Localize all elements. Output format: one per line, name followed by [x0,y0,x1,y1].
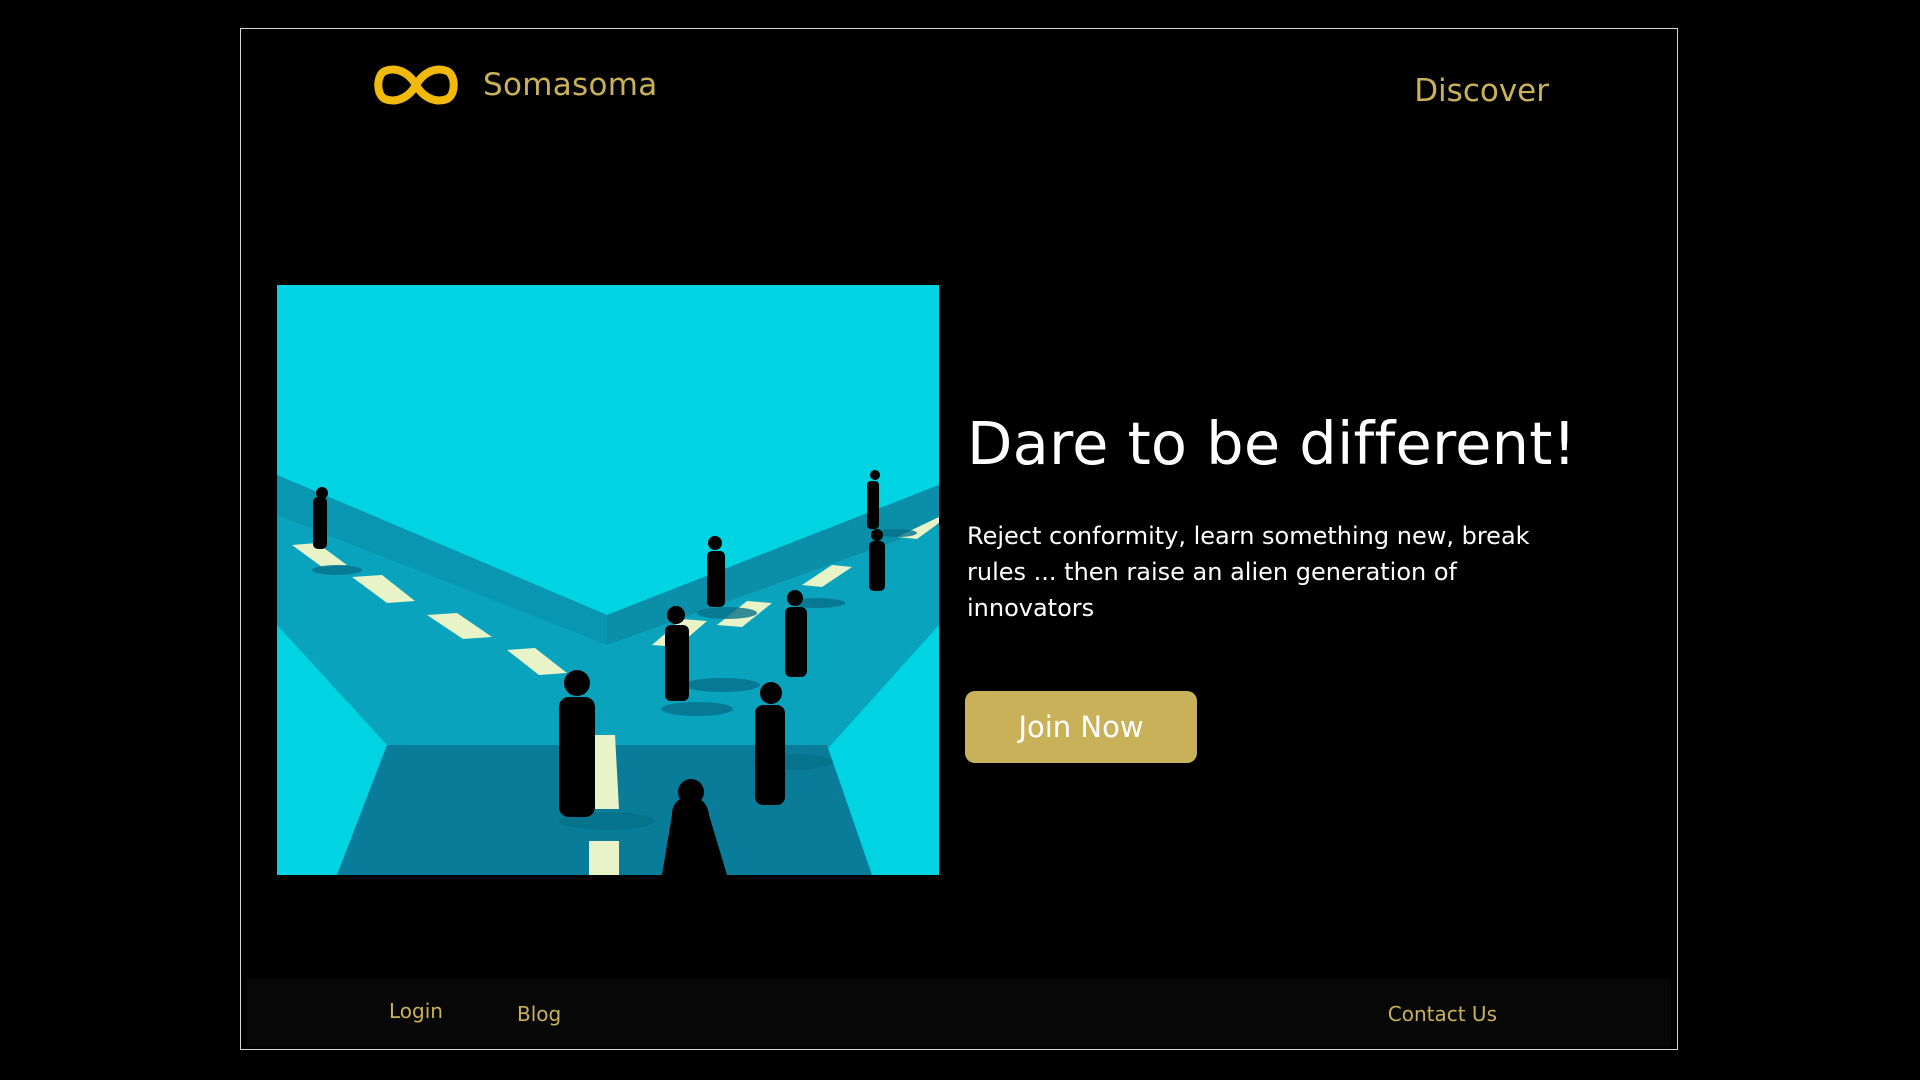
crossroads-illustration [277,285,939,875]
nav-discover[interactable]: Discover [1414,73,1549,109]
hero-text: Dare to be different! Reject conformity,… [967,409,1607,626]
join-now-button[interactable]: Join Now [965,691,1197,763]
footer-blog-link[interactable]: Blog [517,1002,561,1026]
brand-name: Somasoma [483,67,658,103]
page-frame: Somasoma Discover Dare to be different! … [240,28,1678,1050]
headline: Dare to be different! [967,409,1577,478]
footer: Login Blog Contact Us [247,979,1671,1047]
hero-subtext: Reject conformity, learn something new, … [967,522,1530,622]
infinity-icon [371,63,461,107]
logo[interactable]: Somasoma [371,63,658,107]
footer-contact-link[interactable]: Contact Us [1388,1002,1497,1026]
footer-login-link[interactable]: Login [389,999,443,1023]
hero-illustration [277,285,939,875]
